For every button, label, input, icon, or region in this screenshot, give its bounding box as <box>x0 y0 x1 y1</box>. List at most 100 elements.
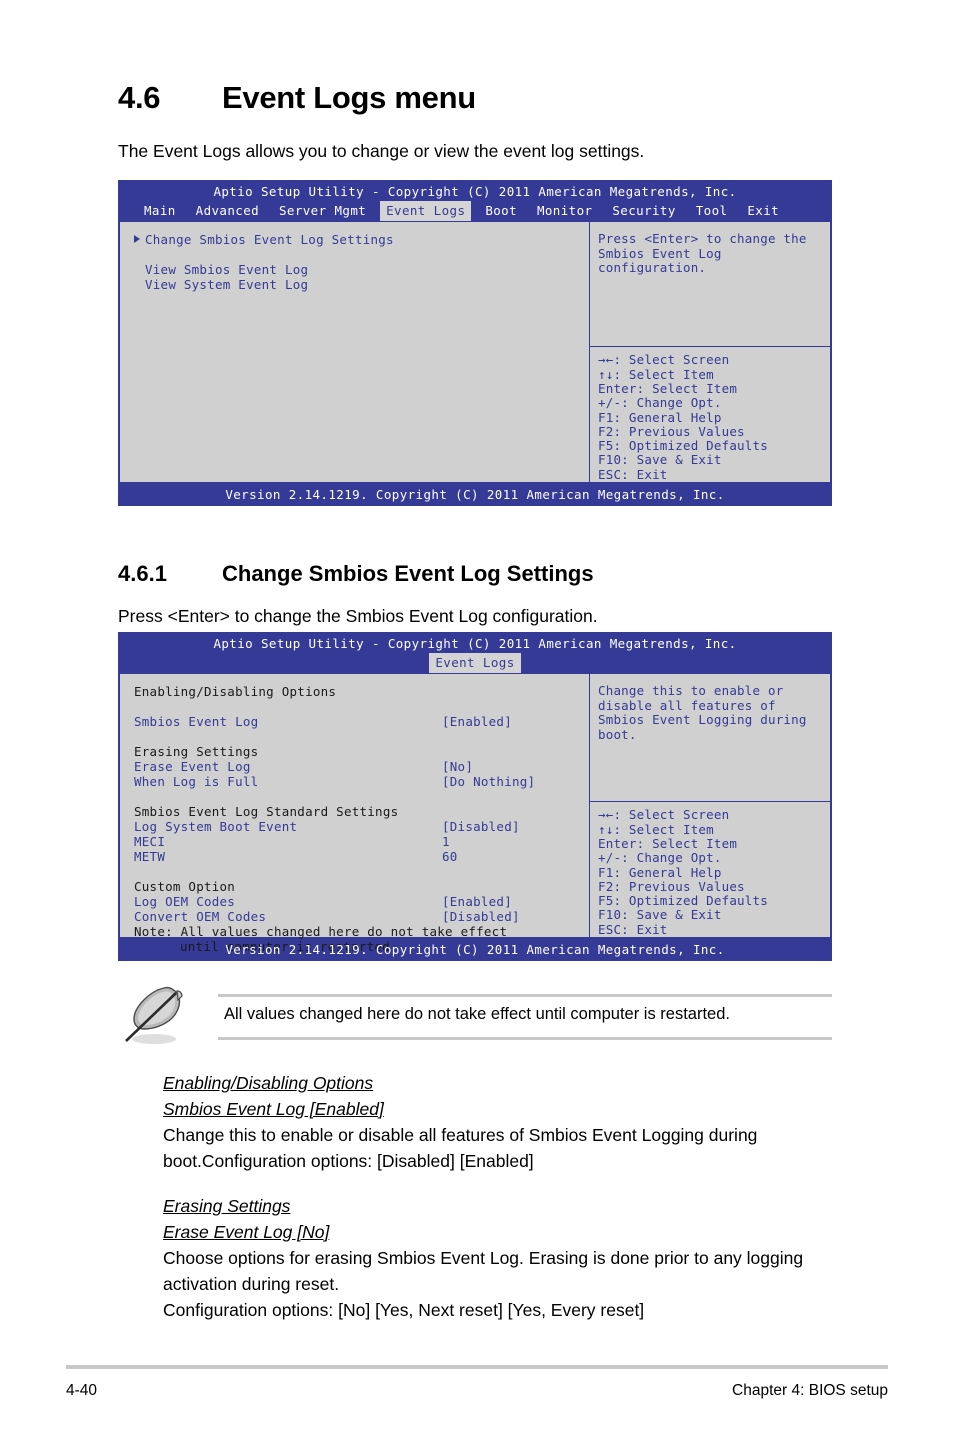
setting-erase-event-log[interactable]: Erase Event Log [No] <box>134 759 589 774</box>
section-intro: The Event Logs allows you to change or v… <box>118 141 645 161</box>
page-number: 4-40 <box>66 1382 98 1399</box>
help-text: Press <Enter> to change the Smbios Event… <box>598 231 807 275</box>
body-subhead-smbios-event-log: Smbios Event Log [Enabled] <box>163 1099 384 1119</box>
body-subhead-enabling-disabling: Enabling/Disabling Options <box>163 1073 374 1093</box>
chapter-label: Chapter 4: BIOS setup <box>732 1382 888 1399</box>
bios-menu-bar-2: Event Logs <box>118 653 832 674</box>
setting-value: [Disabled] <box>442 819 520 834</box>
tab-advanced[interactable]: Advanced <box>190 201 265 221</box>
tab-security[interactable]: Security <box>606 201 681 221</box>
key-select-item: ↑↓: Select Item <box>598 366 714 382</box>
section-number: 4.6 <box>118 80 161 115</box>
setting-when-log-is-full[interactable]: When Log is Full [Do Nothing] <box>134 774 589 789</box>
setting-convert-oem-codes[interactable]: Convert OEM Codes [Disabled] <box>134 909 589 924</box>
tab-event-logs[interactable]: Event Logs <box>380 201 472 221</box>
bios-title-2: Aptio Setup Utility - Copyright (C) 2011… <box>118 632 832 653</box>
quill-pen-icon <box>120 983 192 1047</box>
setting-label: When Log is Full <box>134 774 259 789</box>
help-text-2: Change this to enable or disable all fea… <box>598 683 807 742</box>
key-f5: F5: Optimized Defaults <box>598 893 768 909</box>
key-esc: ESC: Exit <box>598 466 668 482</box>
key-f5: F5: Optimized Defaults <box>598 438 768 454</box>
bios-menu-bar: Main Advanced Server Mgmt Event Logs Boo… <box>118 201 832 222</box>
setting-value: 60 <box>442 849 458 864</box>
key-change-opt: +/-: Change Opt. <box>598 395 722 411</box>
tab-boot[interactable]: Boot <box>479 201 523 221</box>
body-subhead-erasing-settings: Erasing Settings <box>163 1196 291 1216</box>
tab-event-logs-2[interactable]: Event Logs <box>429 653 521 673</box>
setting-label: METW <box>134 849 166 864</box>
subsection-title-text: Change Smbios Event Log Settings <box>222 561 594 586</box>
subsection-title: 4.6.1 Change Smbios Event Log Settings <box>118 561 594 587</box>
bios-version-footer: Version 2.14.1219. Copyright (C) 2011 Am… <box>118 484 832 506</box>
document-page: 4.6 Event Logs menu The Event Logs allows… <box>0 0 954 1438</box>
tab-main[interactable]: Main <box>138 201 182 221</box>
tab-tool[interactable]: Tool <box>690 201 734 221</box>
setting-value: [Enabled] <box>442 714 512 729</box>
setting-value: [No] <box>442 759 474 774</box>
group-heading-enabling-disabling: Enabling/Disabling Options <box>134 684 337 699</box>
bios-title: Aptio Setup Utility - Copyright (C) 2011… <box>118 180 832 201</box>
menu-item-view-smbios-event-log[interactable]: View Smbios Event Log <box>134 262 589 277</box>
key-legend-2: →←: Select Screen ↑↓: Select Item Enter:… <box>590 801 830 937</box>
setting-label: Convert OEM Codes <box>134 909 267 924</box>
setting-value: [Enabled] <box>442 894 512 909</box>
tab-monitor[interactable]: Monitor <box>531 201 598 221</box>
key-f2: F2: Previous Values <box>598 423 745 439</box>
body-content: Enabling/Disabling Options Smbios Event … <box>163 1070 843 1323</box>
bios-body: Change Smbios Event Log Settings View Sm… <box>118 222 832 484</box>
setting-value: [Do Nothing] <box>442 774 536 789</box>
bios-item-list: Change Smbios Event Log Settings View Sm… <box>120 222 590 482</box>
key-enter: Enter: Select Item <box>598 380 738 396</box>
tab-exit[interactable]: Exit <box>741 201 785 221</box>
key-esc: ESC: Exit <box>598 921 668 937</box>
menu-item-view-system-event-log[interactable]: View System Event Log <box>134 277 589 292</box>
group-heading-standard-settings: Smbios Event Log Standard Settings <box>134 804 399 819</box>
body-subhead-erase-event-log: Erase Event Log [No] <box>163 1222 330 1242</box>
note-text: All values changed here do not take effe… <box>224 1005 730 1023</box>
bios-note-line-1: Note: All values changed here do not tak… <box>134 924 508 939</box>
setting-label: Smbios Event Log <box>134 714 259 729</box>
key-change-opt: +/-: Change Opt. <box>598 850 722 866</box>
setting-meci[interactable]: MECI 1 <box>134 834 589 849</box>
body-paragraph-smbios-event-log: Change this to enable or disable all fea… <box>163 1125 758 1171</box>
tab-server-mgmt[interactable]: Server Mgmt <box>273 201 372 221</box>
key-select-item: ↑↓: Select Item <box>598 821 714 837</box>
key-f2: F2: Previous Values <box>598 878 745 894</box>
key-f1: F1: General Help <box>598 864 722 880</box>
key-f1: F1: General Help <box>598 409 722 425</box>
bios-version-footer-2: Version 2.14.1219. Copyright (C) 2011 Am… <box>118 939 832 961</box>
bios-help-panel-2: Change this to enable or disable all fea… <box>590 674 830 937</box>
group-heading-custom-option: Custom Option <box>134 879 236 894</box>
page-title: 4.6 Event Logs menu <box>118 80 476 116</box>
setting-label: MECI <box>134 834 166 849</box>
key-select-screen: →←: Select Screen <box>598 807 730 823</box>
triangle-right-icon <box>134 235 140 243</box>
setting-value: 1 <box>442 834 450 849</box>
setting-label: Log System Boot Event <box>134 819 298 834</box>
note-callout: All values changed here do not take effe… <box>118 985 832 1045</box>
key-select-screen: →←: Select Screen <box>598 352 730 368</box>
bios-screen-change-smbios-settings: Aptio Setup Utility - Copyright (C) 2011… <box>118 632 832 961</box>
key-legend: →←: Select Screen ↑↓: Select Item Enter:… <box>590 346 830 482</box>
subsection-intro: Press <Enter> to change the Smbios Event… <box>118 606 598 626</box>
setting-log-oem-codes[interactable]: Log OEM Codes [Enabled] <box>134 894 589 909</box>
setting-label: Erase Event Log <box>134 759 251 774</box>
section-title: Event Logs menu <box>222 80 476 115</box>
setting-smbios-event-log[interactable]: Smbios Event Log [Enabled] <box>134 714 589 729</box>
key-f10: F10: Save & Exit <box>598 452 722 468</box>
setting-value: [Disabled] <box>442 909 520 924</box>
key-f10: F10: Save & Exit <box>598 907 722 923</box>
setting-metw[interactable]: METW 60 <box>134 849 589 864</box>
bios-body-2: Enabling/Disabling Options Smbios Event … <box>118 674 832 954</box>
key-enter: Enter: Select Item <box>598 835 738 851</box>
footer-divider <box>66 1365 888 1369</box>
setting-log-system-boot-event[interactable]: Log System Boot Event [Disabled] <box>134 819 589 834</box>
menu-item-change-smbios-event-log-settings[interactable]: Change Smbios Event Log Settings <box>134 232 589 247</box>
